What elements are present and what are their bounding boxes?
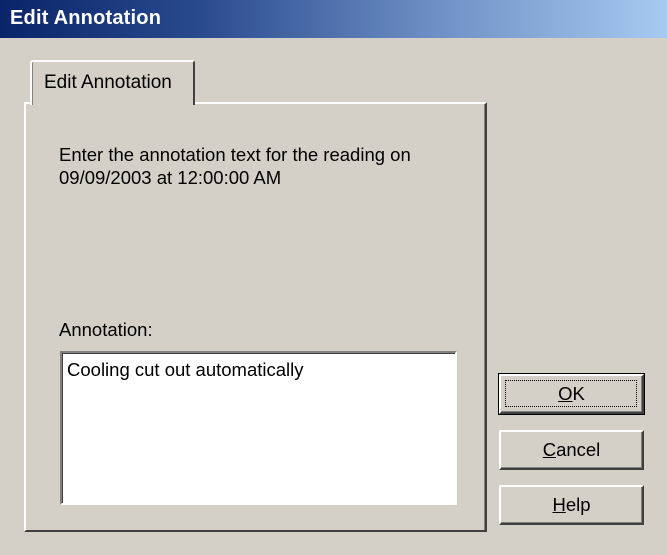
- tab-label: Edit Annotation: [44, 72, 172, 93]
- cancel-button-label: Cancel: [542, 439, 601, 460]
- annotation-label: Annotation:: [59, 319, 153, 340]
- tab-page-edit-annotation: Enter the annotation text for the readin…: [24, 102, 487, 532]
- focus-rectangle: [505, 380, 637, 407]
- annotation-textarea[interactable]: Cooling cut out automatically: [60, 351, 457, 505]
- prompt-text-line-2: 09/09/2003 at 12:00:00 AM: [59, 167, 282, 188]
- cancel-button[interactable]: Cancel: [499, 430, 644, 470]
- help-button[interactable]: Help: [499, 485, 644, 525]
- prompt-text-line-1: Enter the annotation text for the readin…: [59, 144, 411, 165]
- tab-edit-annotation[interactable]: Edit Annotation: [30, 60, 195, 105]
- help-button-label: Help: [552, 494, 591, 515]
- title-bar[interactable]: Edit Annotation: [0, 0, 667, 38]
- edit-annotation-dialog: Edit Annotation Enter the annotation tex…: [0, 0, 667, 555]
- ok-button[interactable]: OK: [498, 373, 645, 415]
- window-title: Edit Annotation: [10, 7, 162, 29]
